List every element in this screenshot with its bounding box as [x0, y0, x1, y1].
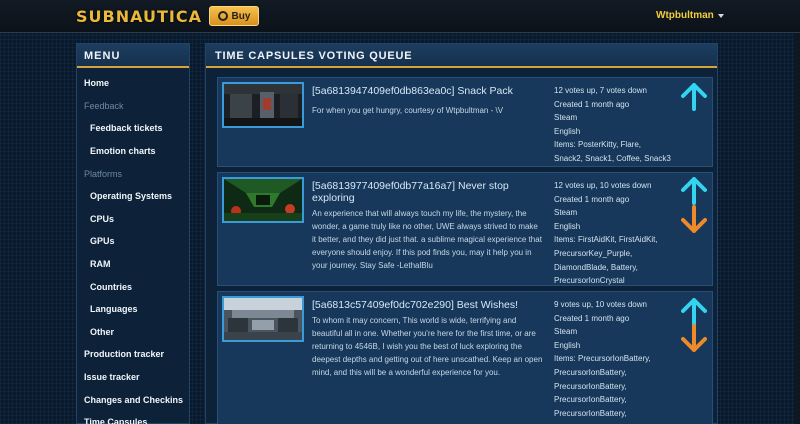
vote-up-arrow-icon[interactable]: [681, 298, 707, 326]
vote-up-arrow-icon[interactable]: [681, 83, 707, 111]
capsule-meta: 12 votes up, 10 votes down Created 1 mon…: [554, 179, 672, 288]
capsule-card: [5a6813947409ef0db863ea0c] Snack Pack Fo…: [217, 77, 713, 167]
nav-item-gpus[interactable]: GPUs: [77, 230, 189, 253]
language: English: [554, 126, 581, 136]
nav-list: Home Feedback Feedback tickets Emotion c…: [77, 68, 189, 424]
sidebar: MENU Home Feedback Feedback tickets Emot…: [76, 43, 190, 424]
capsule-meta: 12 votes up, 7 votes down Created 1 mont…: [554, 84, 672, 166]
language: English: [554, 340, 581, 350]
scrollbar[interactable]: [794, 33, 800, 424]
nav-item-ram[interactable]: RAM: [77, 253, 189, 276]
vote-down-arrow-icon[interactable]: [681, 205, 707, 233]
capsule-thumbnail[interactable]: [222, 177, 304, 223]
capsule-title[interactable]: [5a6813c57409ef0dc702e290] Best Wishes!: [312, 299, 544, 311]
item-list: Items: PrecursorIonBattery, PrecursorIon…: [554, 354, 651, 418]
nav-section-feedback: Feedback: [84, 100, 124, 111]
capsule-description: For when you get hungry, courtesy of Wtp…: [312, 106, 504, 115]
capsule-card: [5a6813c57409ef0dc702e290] Best Wishes! …: [217, 291, 713, 424]
vote-count: 12 votes up, 10 votes down: [554, 181, 652, 190]
nav-section-platforms: Platforms: [84, 168, 123, 179]
capsule-card: [5a6813977409ef0db77a16a7] Never stop ex…: [217, 172, 713, 286]
buy-button[interactable]: Buy: [209, 6, 259, 26]
nav-item-home[interactable]: Home: [77, 72, 189, 95]
nav-item-countries[interactable]: Countries: [77, 275, 189, 298]
item-list: Items: FirstAidKit, FirstAidKit, Precurs…: [554, 235, 658, 286]
nav-item-other[interactable]: Other: [77, 321, 189, 344]
capsule-description: To whom it may concern, This world is wi…: [312, 316, 543, 377]
steam-icon: [217, 11, 228, 21]
capsule-description: An experience that will always touch my …: [312, 209, 542, 270]
nav-item-operating-systems[interactable]: Operating Systems: [77, 185, 189, 208]
top-bar: SUBNAUTICA Buy Wtpbultman: [0, 0, 800, 33]
platform: Steam: [554, 208, 578, 218]
nav-item-languages[interactable]: Languages: [77, 298, 189, 321]
subnautica-logo[interactable]: SUBNAUTICA: [76, 7, 202, 26]
capsule-meta: 9 votes up, 10 votes down Created 1 mont…: [554, 298, 672, 420]
language: English: [554, 221, 581, 231]
item-list: Items: PosterKitty, Flare, Snack2, Snack…: [554, 140, 671, 163]
main-panel: TIME CAPSULES VOTING QUEUE [5a6813947409…: [205, 43, 718, 424]
chevron-down-icon: [717, 13, 724, 18]
platform: Steam: [554, 113, 578, 123]
capsule-title[interactable]: [5a6813947409ef0db863ea0c] Snack Pack: [312, 85, 544, 97]
vote-down-arrow-icon[interactable]: [681, 324, 707, 352]
buy-label: Buy: [231, 10, 251, 22]
page-title: TIME CAPSULES VOTING QUEUE: [206, 44, 717, 68]
capsule-thumbnail[interactable]: [222, 296, 304, 342]
platform: Steam: [554, 327, 578, 337]
nav-item-emotion-charts[interactable]: Emotion charts: [77, 140, 189, 163]
capsule-thumbnail[interactable]: [222, 82, 304, 128]
created-time: Created 1 month ago: [554, 313, 630, 323]
nav-item-changes-checkins[interactable]: Changes and Checkins: [77, 388, 189, 411]
vote-count: 12 votes up, 7 votes down: [554, 86, 647, 95]
nav-item-time-capsules[interactable]: Time Capsules: [77, 411, 189, 424]
user-menu[interactable]: Wtpbultman: [656, 10, 724, 21]
vote-count: 9 votes up, 10 votes down: [554, 300, 647, 309]
vote-up-arrow-icon[interactable]: [681, 177, 707, 205]
nav-item-cpus[interactable]: CPUs: [77, 208, 189, 231]
created-time: Created 1 month ago: [554, 99, 630, 109]
capsule-title[interactable]: [5a6813977409ef0db77a16a7] Never stop ex…: [312, 180, 544, 204]
nav-item-production-tracker[interactable]: Production tracker: [77, 343, 189, 366]
created-time: Created 1 month ago: [554, 194, 630, 204]
username: Wtpbultman: [656, 10, 714, 21]
nav-item-issue-tracker[interactable]: Issue tracker: [77, 366, 189, 389]
sidebar-title: MENU: [77, 44, 189, 68]
nav-item-feedback-tickets[interactable]: Feedback tickets: [77, 117, 189, 140]
